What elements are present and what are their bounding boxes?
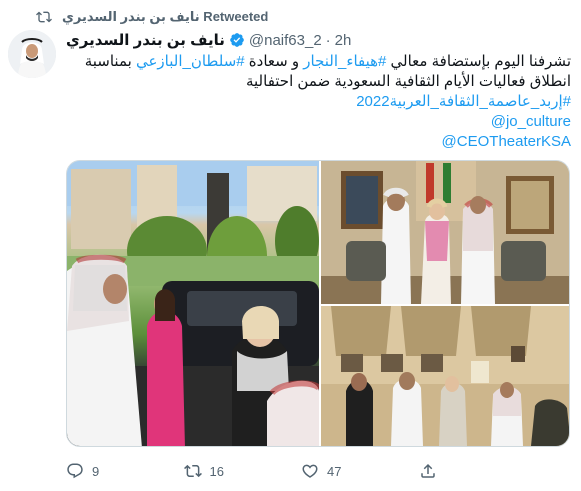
like-button[interactable]: 47	[301, 462, 419, 480]
tweet-line-2: انطلاق فعاليات الأيام الثقافية السعودية …	[245, 73, 571, 90]
retweet-icon	[183, 464, 202, 478]
reply-button[interactable]: 9	[66, 462, 184, 480]
verified-badge-icon	[230, 33, 244, 47]
retweet-indicator[interactable]: نايف بن بندر السديري Retweeted	[36, 8, 268, 26]
hashtag-link[interactable]: #إربد_عاصمة_الثقافة_العربية2022	[66, 92, 571, 112]
mention-link[interactable]: @CEOTheaterKSA	[66, 132, 571, 152]
text-segment: تشرفنا اليوم بإستضافة معالي	[386, 53, 571, 70]
reply-count: 9	[92, 463, 100, 479]
photo-2-image	[321, 161, 569, 304]
author-handle[interactable]: @naif63_2	[249, 32, 322, 49]
avatar-image	[8, 30, 56, 78]
text-segment: و سعادة	[244, 53, 304, 70]
tweet-text: تشرفنا اليوم بإستضافة معالي #هيفاء_النجا…	[66, 52, 571, 152]
heart-icon	[302, 464, 318, 478]
reply-icon	[67, 463, 83, 479]
mention-link[interactable]: @jo_culture	[66, 112, 571, 132]
media-grid	[66, 160, 570, 447]
retweet-label: نايف بن بندر السديري Retweeted	[62, 9, 269, 24]
photo-1-image	[67, 161, 319, 446]
share-icon	[420, 463, 435, 478]
tweet-time[interactable]: 2h	[335, 32, 352, 49]
author-name[interactable]: نايف بن بندر السديري	[66, 31, 225, 49]
tweet-actions: 9 16 47	[66, 461, 536, 481]
retweet-count: 16	[209, 463, 224, 479]
tweet-line-1: تشرفنا اليوم بإستضافة معالي #هيفاء_النجا…	[66, 52, 571, 72]
tweet-header: نايف بن بندر السديري @naif63_2 · 2h	[66, 30, 351, 50]
hashtag-link[interactable]: #سلطان_البازعي	[136, 53, 245, 70]
share-button[interactable]	[419, 462, 537, 480]
photo-3[interactable]	[321, 306, 569, 446]
photo-1[interactable]	[67, 161, 319, 446]
hashtag-link[interactable]: #هيفاء_النجار	[303, 53, 386, 70]
retweet-icon	[36, 11, 52, 23]
like-count: 47	[327, 463, 342, 479]
separator: ·	[325, 31, 331, 49]
photo-3-image	[321, 306, 569, 446]
retweet-button[interactable]: 16	[183, 462, 302, 480]
photo-2[interactable]	[321, 161, 569, 304]
text-segment: بمناسبة	[84, 53, 136, 70]
avatar[interactable]	[8, 30, 56, 78]
